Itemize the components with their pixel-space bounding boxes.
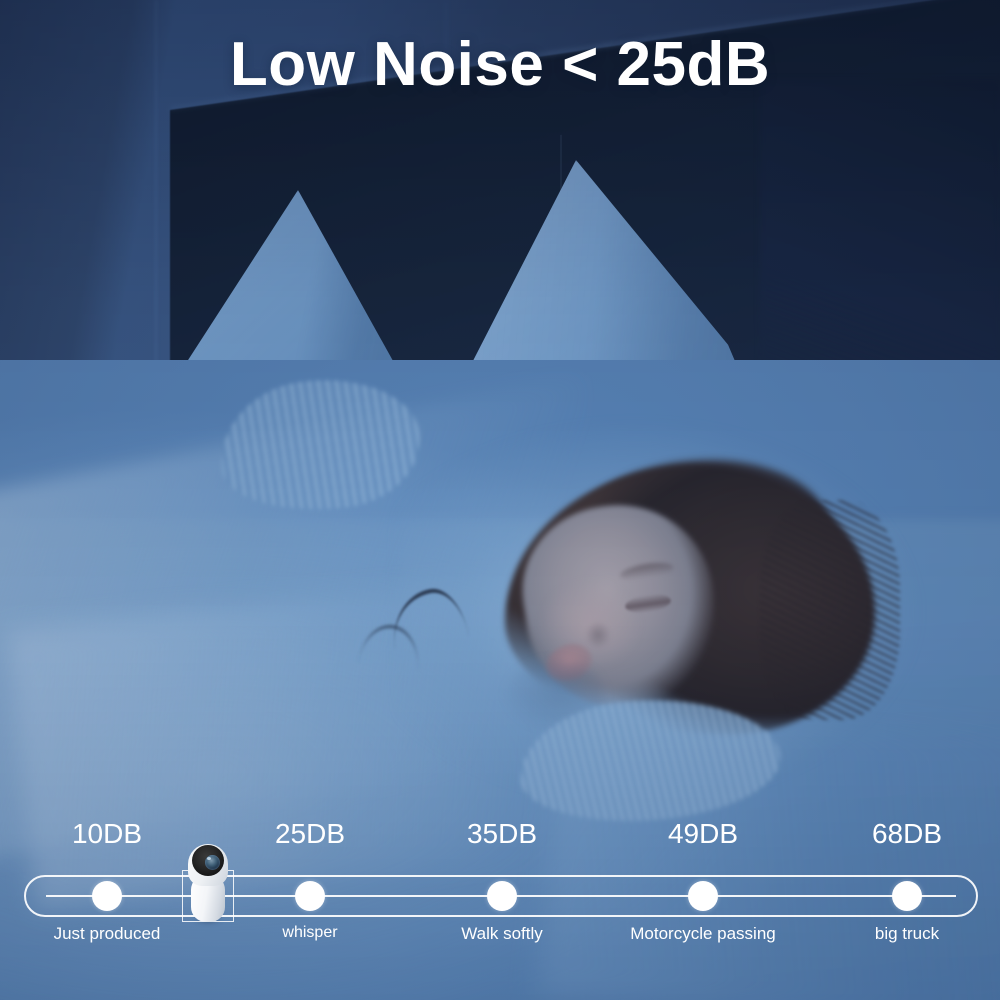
scale-marker-68db-caption: big truck xyxy=(874,924,940,943)
product-feature-banner: Low Noise < 25dB 10DB Just produced 25DB… xyxy=(0,0,1000,1000)
security-camera-icon xyxy=(188,844,228,922)
camera-lens-glint xyxy=(207,857,211,860)
scale-marker-25db-value: 25DB xyxy=(274,818,346,849)
scale-marker-49db-dot[interactable] xyxy=(688,881,718,911)
scale-marker-10db-value: 10DB xyxy=(71,818,143,849)
scale-marker-68db-dot[interactable] xyxy=(892,881,922,911)
scale-marker-35db-dot[interactable] xyxy=(487,881,517,911)
page-title: Low Noise < 25dB xyxy=(229,30,771,99)
camera-head xyxy=(188,844,228,886)
scale-marker-35db-value: 35DB xyxy=(466,818,538,849)
woman-hair-strands xyxy=(760,500,900,720)
noise-level-scale: 10DB Just produced 25DB whisper 35DB Wal… xyxy=(0,800,1000,1000)
scale-marker-49db-value: 49DB xyxy=(667,818,739,849)
scale-marker-10db-dot[interactable] xyxy=(92,881,122,911)
woman-nose xyxy=(586,622,610,648)
scale-marker-25db-dot[interactable] xyxy=(295,881,325,911)
scale-marker-68db-value: 68DB xyxy=(871,818,943,849)
